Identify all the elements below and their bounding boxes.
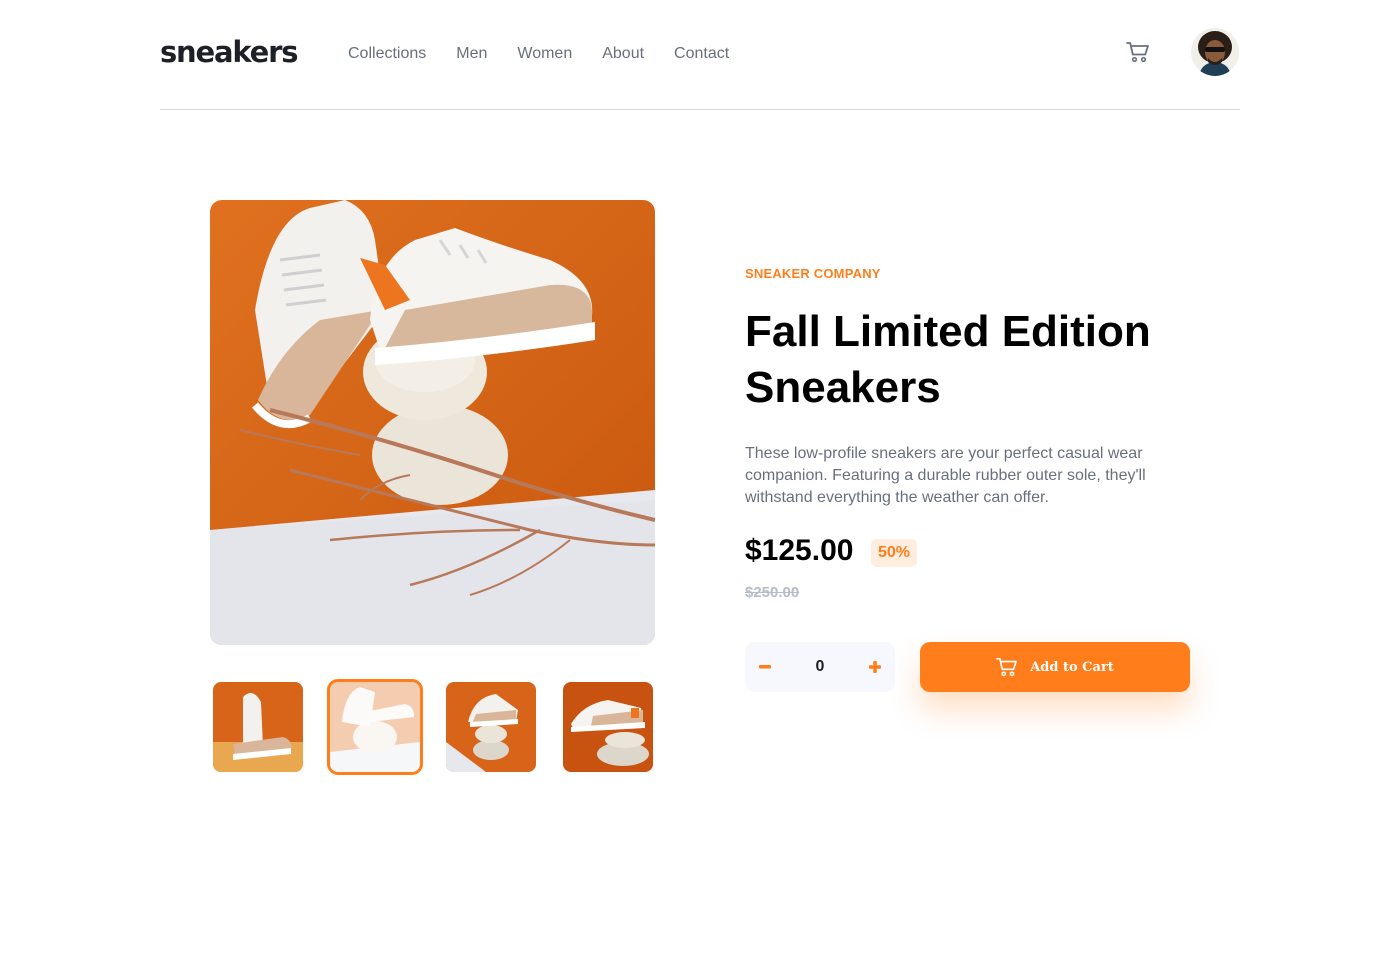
main-product-image[interactable]	[210, 200, 655, 645]
avatar-icon	[1191, 28, 1239, 76]
quantity-decrease-button[interactable]	[745, 642, 785, 692]
quantity-stepper: 0	[745, 642, 895, 692]
nav-item-about[interactable]: About	[602, 45, 644, 63]
current-price: $125.00	[745, 534, 854, 567]
add-to-cart-label: Add to Cart	[1030, 659, 1114, 675]
plus-icon	[869, 661, 881, 673]
original-price: $250.00	[745, 584, 800, 601]
nav-item-men[interactable]: Men	[456, 45, 487, 63]
discount-badge: 50%	[871, 539, 918, 567]
company-name: SNEAKER COMPANY	[745, 266, 881, 281]
minus-icon	[759, 665, 771, 669]
main-nav: Collections Men Women About Contact	[348, 45, 759, 63]
site-logo[interactable]: sneakers	[160, 35, 298, 69]
site-header: sneakers Collections Men Women About Con…	[160, 0, 1240, 110]
thumbnail-image	[330, 682, 420, 772]
thumbnail-image	[563, 682, 653, 772]
nav-item-contact[interactable]: Contact	[674, 45, 729, 63]
nav-item-women[interactable]: Women	[517, 45, 572, 63]
product-description: These low-profile sneakers are your perf…	[745, 445, 1146, 506]
cart-icon	[1126, 42, 1149, 63]
thumbnail-1[interactable]	[213, 682, 303, 772]
thumbnail-2[interactable]	[327, 679, 423, 775]
thumbnail-3[interactable]	[446, 682, 536, 772]
user-avatar[interactable]	[1191, 28, 1239, 76]
quantity-value[interactable]: 0	[785, 642, 855, 692]
thumbnail-image	[446, 682, 536, 772]
product-title: Fall Limited Edition Sneakers	[745, 307, 1151, 412]
header-cart-button[interactable]	[1126, 41, 1152, 65]
nav-item-collections[interactable]: Collections	[348, 45, 426, 63]
quantity-increase-button[interactable]	[855, 642, 895, 692]
thumbnail-image	[213, 682, 303, 772]
cart-icon	[996, 658, 1018, 677]
thumbnail-4[interactable]	[563, 682, 653, 772]
sneakers-image	[210, 200, 655, 645]
add-to-cart-button[interactable]: Add to Cart	[920, 642, 1190, 692]
